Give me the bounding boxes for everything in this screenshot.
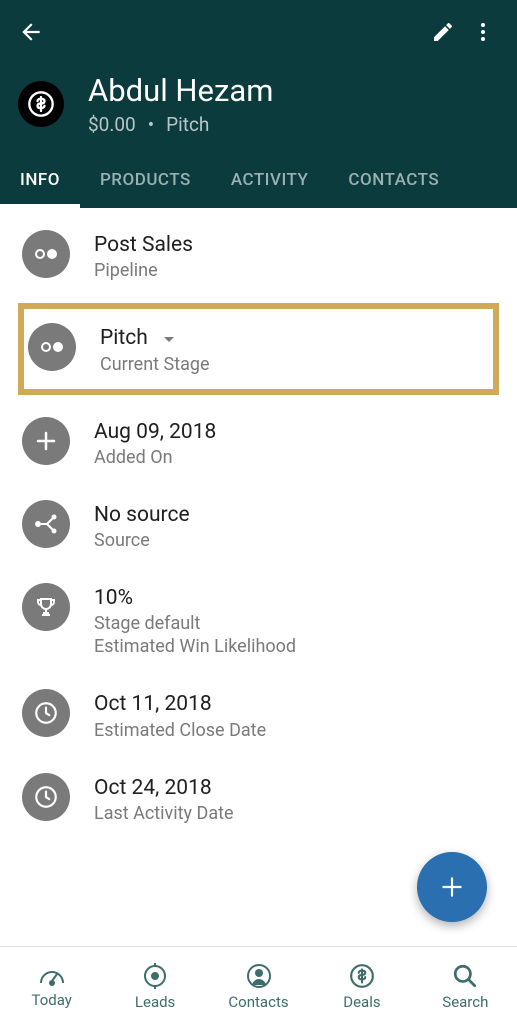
nav-today-label: Today [32, 991, 72, 1009]
estimated-close-label: Estimated Close Date [94, 720, 266, 741]
row-source[interactable]: No source Source [0, 484, 517, 567]
trophy-icon [22, 583, 70, 631]
topbar [0, 0, 517, 64]
source-icon [22, 500, 70, 548]
clock-icon [22, 689, 70, 737]
nav-contacts[interactable]: Contacts [207, 947, 310, 1026]
deal-stage: Pitch [166, 113, 209, 136]
plus-icon [439, 874, 465, 900]
stage-label: Current Stage [100, 354, 210, 375]
person-circle-icon [246, 963, 272, 989]
search-icon [452, 963, 478, 989]
row-last-activity[interactable]: Oct 24, 2018 Last Activity Date [0, 757, 517, 840]
more-menu-button[interactable] [463, 12, 503, 52]
deal-title: Abdul Hezam [88, 72, 273, 109]
back-button[interactable] [14, 15, 48, 49]
nav-leads-label: Leads [135, 993, 175, 1011]
tab-activity[interactable]: ACTIVITY [211, 156, 329, 208]
gauge-icon [38, 965, 66, 987]
clock-icon [22, 773, 70, 821]
deal-avatar [18, 81, 64, 127]
title-block: Abdul Hezam $0.00 • Pitch [0, 64, 517, 156]
win-likelihood-value: 10% [94, 585, 296, 611]
pipeline-icon [22, 230, 70, 278]
last-activity-label: Last Activity Date [94, 803, 234, 824]
row-estimated-close[interactable]: Oct 11, 2018 Estimated Close Date [0, 673, 517, 756]
tab-contacts[interactable]: CONTACTS [328, 156, 459, 208]
nav-search[interactable]: Search [414, 947, 517, 1026]
back-arrow-icon [18, 19, 44, 45]
pipeline-label: Pipeline [94, 260, 193, 281]
win-likelihood-label: Stage default [94, 613, 296, 634]
target-icon [142, 963, 168, 989]
nav-today[interactable]: Today [0, 947, 103, 1026]
row-pipeline[interactable]: Post Sales Pipeline [0, 214, 517, 297]
added-on-label: Added On [94, 447, 216, 468]
dollar-circle-icon [27, 90, 55, 118]
last-activity-value: Oct 24, 2018 [94, 775, 234, 801]
tabs: INFO PRODUCTS ACTIVITY CONTACTS [0, 156, 517, 208]
bottom-nav: Today Leads Contacts Deals Search [0, 946, 517, 1026]
separator-dot: • [148, 113, 154, 136]
tab-products[interactable]: PRODUCTS [80, 156, 211, 208]
more-vertical-icon [471, 20, 495, 44]
pencil-icon [431, 20, 455, 44]
tab-info[interactable]: INFO [0, 156, 80, 208]
row-added-on[interactable]: Aug 09, 2018 Added On [0, 401, 517, 484]
dollar-circle-icon [349, 963, 375, 989]
stage-icon [28, 323, 76, 371]
fab-add-button[interactable] [417, 852, 487, 922]
nav-leads[interactable]: Leads [103, 947, 206, 1026]
estimated-close-value: Oct 11, 2018 [94, 691, 266, 717]
row-current-stage[interactable]: Pitch Current Stage [18, 303, 499, 394]
added-on-value: Aug 09, 2018 [94, 419, 216, 445]
pipeline-value: Post Sales [94, 232, 193, 258]
header: Abdul Hezam $0.00 • Pitch INFO PRODUCTS … [0, 0, 517, 208]
nav-contacts-label: Contacts [228, 993, 288, 1011]
plus-icon [22, 417, 70, 465]
stage-value: Pitch [100, 325, 210, 351]
deal-amount: $0.00 [88, 113, 136, 136]
row-win-likelihood[interactable]: 10% Stage default Estimated Win Likeliho… [0, 567, 517, 673]
win-likelihood-sub: Estimated Win Likelihood [94, 636, 296, 657]
nav-deals-label: Deals [343, 993, 380, 1011]
edit-button[interactable] [423, 12, 463, 52]
source-label: Source [94, 530, 190, 551]
chevron-down-icon [163, 336, 175, 344]
source-value: No source [94, 502, 190, 528]
nav-search-label: Search [442, 993, 488, 1011]
nav-deals[interactable]: Deals [310, 947, 413, 1026]
